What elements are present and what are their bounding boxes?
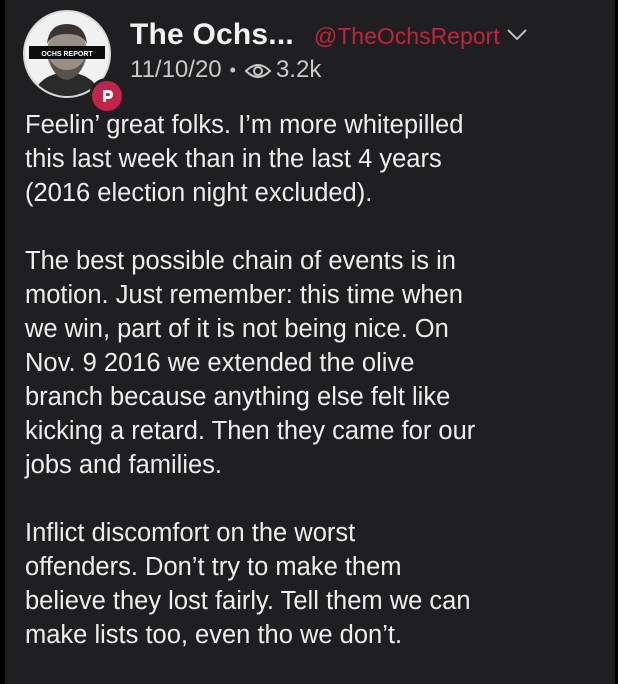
avatar-text: OCHS REPORT [41, 51, 93, 58]
post-paragraph: Feelin’ great folks. I’m more whitepille… [25, 108, 613, 210]
post-text-line: Nov. 9 2016 we extended the olive [25, 349, 415, 377]
post-text-line: Feelin’ great folks. I’m more whitepille… [25, 111, 464, 139]
post-text-line: The best possible chain of events is in [25, 247, 456, 275]
view-count: 3.2k [275, 56, 322, 83]
post-text-line: jobs and families. [25, 451, 223, 479]
post-text-line: believe they lost fairly. Tell them we c… [25, 587, 471, 615]
post-body: Feelin’ great folks. I’m more whitepille… [25, 108, 613, 684]
post-text-line: (2016 election night excluded). [25, 179, 373, 207]
post-text-line: we win, part of it is not being nice. On [25, 315, 449, 343]
post-text-line: Inflict discomfort on the worst [25, 519, 356, 547]
post-text-line: motion. Just remember: this time when [25, 281, 463, 309]
chevron-down-icon[interactable] [506, 28, 528, 42]
post-text-line: branch because anything else felt like [25, 383, 451, 411]
post-meta: 11/10/20 • 3.2k [130, 56, 605, 84]
author-avatar[interactable]: OCHS REPORT [23, 10, 125, 114]
author-display-name[interactable]: The Ochs... [130, 18, 294, 52]
post-date: 11/10/20 [130, 56, 222, 83]
post-paragraph: The best possible chain of events is in m… [25, 244, 613, 482]
post-header: The Ochs... @TheOchsReport 11/10/20 • 3.… [130, 18, 605, 84]
eye-icon [244, 60, 272, 80]
post-text-line: make lists too, even tho we don’t. [25, 621, 403, 649]
meta-separator: • [229, 59, 236, 80]
name-row: The Ochs... @TheOchsReport [130, 18, 605, 52]
post-paragraph: Inflict discomfort on the worst offenders… [25, 516, 613, 652]
screenshot-frame: OCHS REPORT The Ochs... @TheOchsReport 1… [0, 0, 618, 684]
post-text-line: kicking a retard. Then they came for our [25, 417, 476, 445]
post-text-line: offenders. Don’t try to make them [25, 553, 402, 581]
post-card: OCHS REPORT The Ochs... @TheOchsReport 1… [5, 0, 615, 684]
author-handle[interactable]: @TheOchsReport [314, 23, 500, 50]
post-text-line: this last week than in the last 4 years [25, 145, 442, 173]
